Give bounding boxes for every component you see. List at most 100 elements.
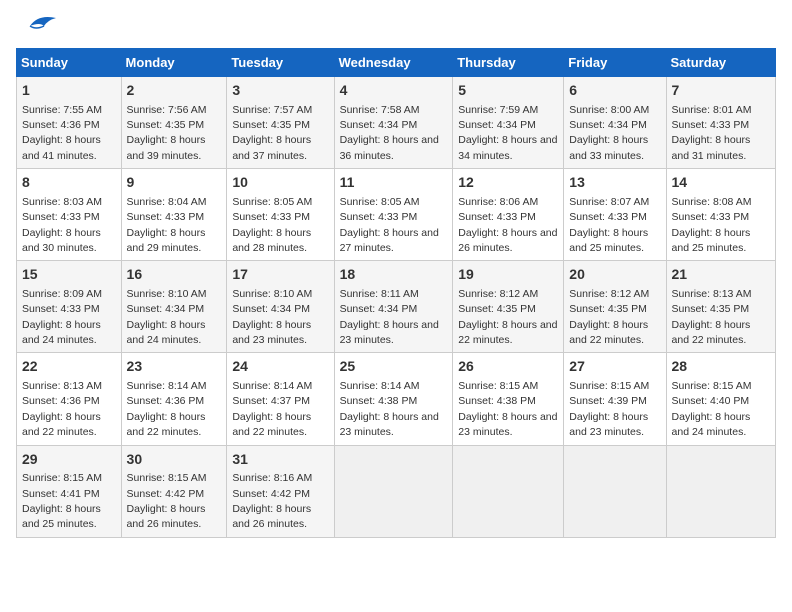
calendar-cell: 7 Sunrise: 8:01 AMSunset: 4:33 PMDaylight… bbox=[666, 77, 775, 169]
cell-content: Sunrise: 8:05 AMSunset: 4:33 PMDaylight:… bbox=[340, 196, 439, 254]
cell-content: Sunrise: 8:13 AMSunset: 4:36 PMDaylight:… bbox=[22, 380, 102, 438]
cell-content: Sunrise: 7:57 AMSunset: 4:35 PMDaylight:… bbox=[232, 104, 312, 162]
cell-content: Sunrise: 8:15 AMSunset: 4:40 PMDaylight:… bbox=[672, 380, 752, 438]
calendar-week-row: 22 Sunrise: 8:13 AMSunset: 4:36 PMDayligh… bbox=[17, 353, 776, 445]
cell-content: Sunrise: 8:10 AMSunset: 4:34 PMDaylight:… bbox=[232, 288, 312, 346]
calendar-week-row: 8 Sunrise: 8:03 AMSunset: 4:33 PMDaylight… bbox=[17, 169, 776, 261]
calendar-cell: 2 Sunrise: 7:56 AMSunset: 4:35 PMDaylight… bbox=[121, 77, 227, 169]
calendar-cell: 20Sunrise: 8:12 AMSunset: 4:35 PMDayligh… bbox=[564, 261, 666, 353]
day-number: 23 bbox=[127, 357, 222, 377]
calendar-cell bbox=[453, 445, 564, 537]
cell-content: Sunrise: 8:04 AMSunset: 4:33 PMDaylight:… bbox=[127, 196, 207, 254]
column-header-monday: Monday bbox=[121, 49, 227, 77]
day-number: 30 bbox=[127, 450, 222, 470]
cell-content: Sunrise: 8:13 AMSunset: 4:35 PMDaylight:… bbox=[672, 288, 752, 346]
column-header-wednesday: Wednesday bbox=[334, 49, 453, 77]
day-number: 7 bbox=[672, 81, 770, 101]
day-number: 6 bbox=[569, 81, 660, 101]
cell-content: Sunrise: 8:01 AMSunset: 4:33 PMDaylight:… bbox=[672, 104, 752, 162]
cell-content: Sunrise: 8:15 AMSunset: 4:41 PMDaylight:… bbox=[22, 472, 102, 530]
day-number: 17 bbox=[232, 265, 328, 285]
day-number: 25 bbox=[340, 357, 448, 377]
cell-content: Sunrise: 8:14 AMSunset: 4:36 PMDaylight:… bbox=[127, 380, 207, 438]
day-number: 10 bbox=[232, 173, 328, 193]
calendar-header-row: SundayMondayTuesdayWednesdayThursdayFrid… bbox=[17, 49, 776, 77]
cell-content: Sunrise: 8:00 AMSunset: 4:34 PMDaylight:… bbox=[569, 104, 649, 162]
calendar-cell: 23 Sunrise: 8:14 AMSunset: 4:36 PMDayligh… bbox=[121, 353, 227, 445]
cell-content: Sunrise: 8:16 AMSunset: 4:42 PMDaylight:… bbox=[232, 472, 312, 530]
cell-content: Sunrise: 8:08 AMSunset: 4:33 PMDaylight:… bbox=[672, 196, 752, 254]
calendar-cell: 21 Sunrise: 8:13 AMSunset: 4:35 PMDayligh… bbox=[666, 261, 775, 353]
calendar-cell: 14 Sunrise: 8:08 AMSunset: 4:33 PMDayligh… bbox=[666, 169, 775, 261]
calendar-cell: 9 Sunrise: 8:04 AMSunset: 4:33 PMDaylight… bbox=[121, 169, 227, 261]
cell-content: Sunrise: 8:06 AMSunset: 4:33 PMDaylight:… bbox=[458, 196, 557, 254]
day-number: 27 bbox=[569, 357, 660, 377]
calendar-cell bbox=[564, 445, 666, 537]
calendar-cell: 30Sunrise: 8:15 AMSunset: 4:42 PMDayligh… bbox=[121, 445, 227, 537]
calendar-cell: 4 Sunrise: 7:58 AMSunset: 4:34 PMDaylight… bbox=[334, 77, 453, 169]
day-number: 13 bbox=[569, 173, 660, 193]
day-number: 1 bbox=[22, 81, 116, 101]
cell-content: Sunrise: 7:58 AMSunset: 4:34 PMDaylight:… bbox=[340, 104, 439, 162]
cell-content: Sunrise: 8:14 AMSunset: 4:37 PMDaylight:… bbox=[232, 380, 312, 438]
page-header bbox=[16, 16, 776, 40]
logo-bird-icon bbox=[20, 12, 56, 40]
calendar-cell: 15 Sunrise: 8:09 AMSunset: 4:33 PMDayligh… bbox=[17, 261, 122, 353]
calendar-table: SundayMondayTuesdayWednesdayThursdayFrid… bbox=[16, 48, 776, 538]
calendar-cell bbox=[334, 445, 453, 537]
column-header-tuesday: Tuesday bbox=[227, 49, 334, 77]
cell-content: Sunrise: 8:11 AMSunset: 4:34 PMDaylight:… bbox=[340, 288, 439, 346]
calendar-cell: 13 Sunrise: 8:07 AMSunset: 4:33 PMDayligh… bbox=[564, 169, 666, 261]
day-number: 24 bbox=[232, 357, 328, 377]
calendar-cell: 26 Sunrise: 8:15 AMSunset: 4:38 PMDayligh… bbox=[453, 353, 564, 445]
day-number: 20 bbox=[569, 265, 660, 285]
cell-content: Sunrise: 8:15 AMSunset: 4:38 PMDaylight:… bbox=[458, 380, 557, 438]
day-number: 11 bbox=[340, 173, 448, 193]
calendar-cell: 22 Sunrise: 8:13 AMSunset: 4:36 PMDayligh… bbox=[17, 353, 122, 445]
calendar-cell: 1 Sunrise: 7:55 AMSunset: 4:36 PMDaylight… bbox=[17, 77, 122, 169]
day-number: 8 bbox=[22, 173, 116, 193]
cell-content: Sunrise: 7:56 AMSunset: 4:35 PMDaylight:… bbox=[127, 104, 207, 162]
calendar-cell: 18 Sunrise: 8:11 AMSunset: 4:34 PMDayligh… bbox=[334, 261, 453, 353]
cell-content: Sunrise: 8:05 AMSunset: 4:33 PMDaylight:… bbox=[232, 196, 312, 254]
calendar-cell: 8 Sunrise: 8:03 AMSunset: 4:33 PMDaylight… bbox=[17, 169, 122, 261]
cell-content: Sunrise: 8:07 AMSunset: 4:33 PMDaylight:… bbox=[569, 196, 649, 254]
day-number: 3 bbox=[232, 81, 328, 101]
calendar-cell bbox=[666, 445, 775, 537]
day-number: 21 bbox=[672, 265, 770, 285]
cell-content: Sunrise: 8:14 AMSunset: 4:38 PMDaylight:… bbox=[340, 380, 439, 438]
calendar-cell: 3 Sunrise: 7:57 AMSunset: 4:35 PMDaylight… bbox=[227, 77, 334, 169]
day-number: 14 bbox=[672, 173, 770, 193]
calendar-cell: 6 Sunrise: 8:00 AMSunset: 4:34 PMDaylight… bbox=[564, 77, 666, 169]
day-number: 12 bbox=[458, 173, 558, 193]
cell-content: Sunrise: 8:15 AMSunset: 4:42 PMDaylight:… bbox=[127, 472, 207, 530]
cell-content: Sunrise: 8:03 AMSunset: 4:33 PMDaylight:… bbox=[22, 196, 102, 254]
day-number: 9 bbox=[127, 173, 222, 193]
calendar-cell: 24 Sunrise: 8:14 AMSunset: 4:37 PMDayligh… bbox=[227, 353, 334, 445]
cell-content: Sunrise: 7:59 AMSunset: 4:34 PMDaylight:… bbox=[458, 104, 557, 162]
day-number: 19 bbox=[458, 265, 558, 285]
day-number: 15 bbox=[22, 265, 116, 285]
day-number: 2 bbox=[127, 81, 222, 101]
day-number: 4 bbox=[340, 81, 448, 101]
cell-content: Sunrise: 7:55 AMSunset: 4:36 PMDaylight:… bbox=[22, 104, 102, 162]
calendar-cell: 10 Sunrise: 8:05 AMSunset: 4:33 PMDayligh… bbox=[227, 169, 334, 261]
column-header-friday: Friday bbox=[564, 49, 666, 77]
logo bbox=[16, 16, 56, 40]
day-number: 16 bbox=[127, 265, 222, 285]
cell-content: Sunrise: 8:09 AMSunset: 4:33 PMDaylight:… bbox=[22, 288, 102, 346]
column-header-sunday: Sunday bbox=[17, 49, 122, 77]
calendar-week-row: 1 Sunrise: 7:55 AMSunset: 4:36 PMDaylight… bbox=[17, 77, 776, 169]
calendar-cell: 11 Sunrise: 8:05 AMSunset: 4:33 PMDayligh… bbox=[334, 169, 453, 261]
day-number: 18 bbox=[340, 265, 448, 285]
calendar-cell: 25 Sunrise: 8:14 AMSunset: 4:38 PMDayligh… bbox=[334, 353, 453, 445]
calendar-cell: 31Sunrise: 8:16 AMSunset: 4:42 PMDayligh… bbox=[227, 445, 334, 537]
day-number: 26 bbox=[458, 357, 558, 377]
calendar-cell: 12 Sunrise: 8:06 AMSunset: 4:33 PMDayligh… bbox=[453, 169, 564, 261]
day-number: 22 bbox=[22, 357, 116, 377]
calendar-cell: 19Sunrise: 8:12 AMSunset: 4:35 PMDayligh… bbox=[453, 261, 564, 353]
calendar-week-row: 29Sunrise: 8:15 AMSunset: 4:41 PMDayligh… bbox=[17, 445, 776, 537]
calendar-cell: 29Sunrise: 8:15 AMSunset: 4:41 PMDayligh… bbox=[17, 445, 122, 537]
calendar-week-row: 15 Sunrise: 8:09 AMSunset: 4:33 PMDayligh… bbox=[17, 261, 776, 353]
day-number: 28 bbox=[672, 357, 770, 377]
